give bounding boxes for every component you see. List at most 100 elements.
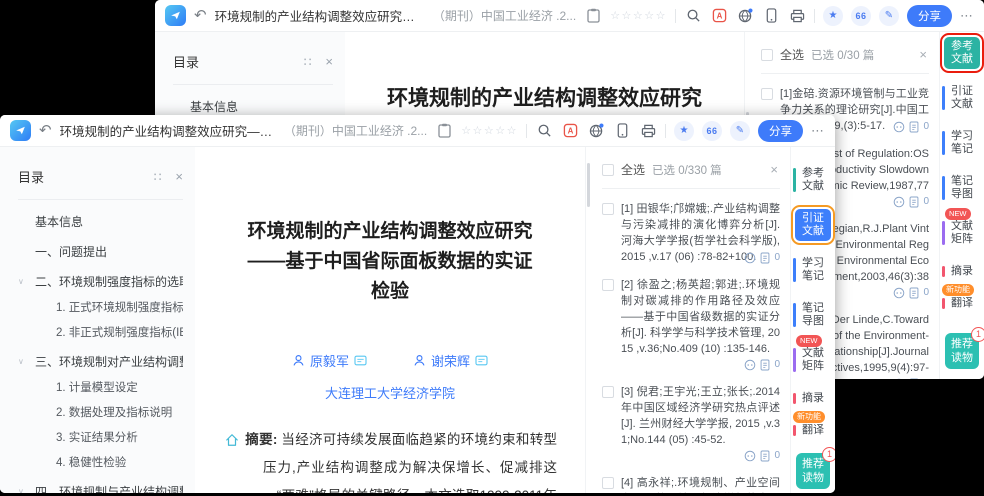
close-icon[interactable]: × <box>175 169 183 184</box>
toc-item[interactable]: 2. 数据处理及指标说明 <box>18 404 183 420</box>
tab-references[interactable]: 参考 文献 <box>940 33 984 73</box>
toc-item[interactable]: ∨ 二、环境规制强度指标的选取及... <box>18 273 183 290</box>
back-icon[interactable]: ↶ <box>39 123 52 138</box>
more-button[interactable]: ⋯ <box>960 8 974 24</box>
similar-articles-icon[interactable] <box>744 252 756 264</box>
toc-item[interactable]: 基本信息 <box>18 213 183 230</box>
print-icon[interactable] <box>639 122 657 140</box>
toc-item-label: 2. 数据处理及指标说明 <box>56 407 173 419</box>
author[interactable]: 原毅军 <box>292 351 367 370</box>
outline-icon[interactable]: ∷ <box>304 55 312 69</box>
tab-translate[interactable]: 新功能 翻译 <box>942 284 980 313</box>
pdf-icon[interactable]: A <box>561 122 579 140</box>
tab-citations[interactable]: 引证 文献 <box>942 82 980 114</box>
tab-translate[interactable]: 新功能 翻译 <box>793 411 831 440</box>
clipboard-icon[interactable] <box>584 7 602 25</box>
tab-excerpt[interactable]: 摘录 <box>942 262 980 281</box>
chevron-down-icon[interactable]: ∨ <box>18 357 28 366</box>
feature-badge: 新功能 <box>793 411 825 423</box>
citation-checkbox[interactable] <box>602 203 614 215</box>
citation-item[interactable]: [4] 高永祥;.环境规制、产业空间布局调整与地区经济增长的实证[J]. 统计与… <box>602 475 780 493</box>
mobile-icon[interactable] <box>613 122 631 140</box>
edit-icon[interactable]: ✎ <box>879 5 899 26</box>
citation-item[interactable]: [2] 徐盈之;杨英超;郭进;.环境规制对碳减排的作用路径及效应——基于中国省级… <box>602 277 780 372</box>
toc-item[interactable]: 1. 计量模型设定 <box>18 379 183 395</box>
chevron-down-icon[interactable]: ∨ <box>18 277 28 286</box>
close-icon[interactable]: × <box>919 47 929 62</box>
star-rating[interactable]: ☆☆☆☆☆ <box>461 124 518 137</box>
tab-note-map[interactable]: 笔记 导图 <box>942 172 980 204</box>
translate-icon[interactable] <box>587 122 605 140</box>
fulltext-icon[interactable] <box>760 450 770 462</box>
close-icon[interactable]: × <box>325 54 333 69</box>
similar-articles-icon[interactable] <box>893 121 905 133</box>
favorite-icon[interactable]: ★ <box>674 120 694 141</box>
toc-item[interactable]: 一、问题提出 <box>18 243 183 260</box>
author-card-icon[interactable] <box>475 355 488 366</box>
fulltext-icon[interactable] <box>909 196 919 208</box>
close-icon[interactable]: × <box>770 162 780 177</box>
tab-doc-matrix[interactable]: NEW 文献 矩阵 <box>942 208 980 249</box>
tab-references[interactable]: 参考 文献 <box>793 164 831 196</box>
tab-excerpt[interactable]: 摘录 <box>793 389 831 408</box>
toc-item[interactable]: 2. 非正式规制强度指标(IERI) <box>18 324 183 340</box>
pdf-icon[interactable]: A <box>710 7 728 25</box>
search-icon[interactable] <box>535 122 553 140</box>
tab-note-map[interactable]: 笔记 导图 <box>793 299 831 331</box>
select-all-checkbox[interactable] <box>602 163 614 176</box>
tab-doc-matrix[interactable]: NEW 文献 矩阵 <box>793 335 831 376</box>
clipboard-icon[interactable] <box>435 122 453 140</box>
citation-count: 0 <box>923 376 929 380</box>
citation-checkbox[interactable] <box>602 477 614 489</box>
tab-study-notes[interactable]: 学习 笔记 <box>793 254 831 286</box>
share-button[interactable]: 分享 <box>907 4 952 27</box>
fulltext-icon[interactable] <box>760 252 770 264</box>
similar-articles-icon[interactable] <box>744 450 756 462</box>
quote-icon[interactable]: 66 <box>851 5 871 26</box>
toc-item[interactable]: ∨ 四、环境规制与产业结构调整的... <box>18 483 183 493</box>
affiliation[interactable]: 大连理工大学经济学院 <box>195 383 585 402</box>
share-button[interactable]: 分享 <box>758 119 803 142</box>
citation-item[interactable]: [1] 田银华;邝嫦娥;.产业结构调整与污染减排的演化博弈分析[J]. 河海大学… <box>602 201 780 265</box>
toc-item[interactable]: 1. 正式环境规制强度指标(FERI) <box>18 299 183 315</box>
toc-item-basic-info[interactable]: 基本信息 <box>173 98 333 115</box>
favorite-icon[interactable]: ★ <box>823 5 843 26</box>
select-all-label[interactable]: 全选 <box>621 161 645 178</box>
edit-icon[interactable]: ✎ <box>730 120 750 141</box>
similar-articles-icon[interactable] <box>893 196 905 208</box>
select-all-checkbox[interactable] <box>761 48 773 61</box>
more-button[interactable]: ⋯ <box>811 123 825 139</box>
recommend-readings-button[interactable]: 1 推荐 读物 <box>945 327 984 369</box>
author[interactable]: 谢荣辉 <box>413 351 488 370</box>
search-icon[interactable] <box>684 7 702 25</box>
citation-checkbox[interactable] <box>602 386 614 398</box>
print-icon[interactable] <box>788 7 806 25</box>
translate-icon[interactable] <box>736 7 754 25</box>
fulltext-icon[interactable] <box>909 287 919 299</box>
fulltext-icon[interactable] <box>909 121 919 133</box>
reference-checkbox[interactable] <box>761 88 773 100</box>
chevron-down-icon[interactable]: ∨ <box>18 487 28 493</box>
scrollbar-thumb[interactable] <box>587 163 590 207</box>
citation-item[interactable]: [3] 倪君;王宇光;王立;张长;.2014年中国区域经济学研究热点评述[J].… <box>602 384 780 463</box>
select-all-label[interactable]: 全选 <box>780 46 804 63</box>
tab-study-notes[interactable]: 学习 笔记 <box>942 127 980 159</box>
star-rating[interactable]: ☆☆☆☆☆ <box>610 9 667 22</box>
recommend-readings-button[interactable]: 1 推荐 读物 <box>796 447 835 489</box>
fulltext-icon[interactable] <box>760 359 770 371</box>
toc-item[interactable]: 4. 稳健性检验 <box>18 454 183 470</box>
toc-item[interactable]: ∨ 三、环境规制对产业结构调整的... <box>18 353 183 370</box>
similar-articles-icon[interactable] <box>893 287 905 299</box>
citation-checkbox[interactable] <box>602 279 614 291</box>
tab-citations[interactable]: 引证 文献 <box>791 205 835 245</box>
mobile-icon[interactable] <box>762 7 780 25</box>
outline-icon[interactable]: ∷ <box>154 170 162 184</box>
similar-articles-icon[interactable] <box>744 359 756 371</box>
notification-badge: 1 <box>822 447 835 462</box>
toc-item[interactable]: 3. 实证结果分析 <box>18 429 183 445</box>
quote-icon[interactable]: 66 <box>702 120 722 141</box>
back-icon[interactable]: ↶ <box>194 8 207 23</box>
author-card-icon[interactable] <box>354 355 367 366</box>
similar-articles-icon[interactable] <box>893 378 905 380</box>
fulltext-icon[interactable] <box>909 378 919 380</box>
